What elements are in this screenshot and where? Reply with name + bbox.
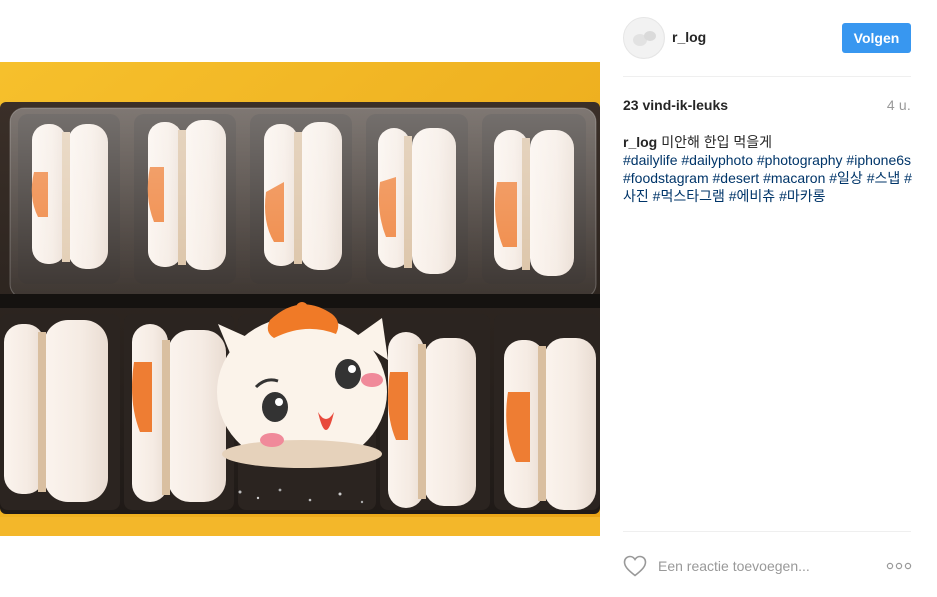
macaron-box-image [0,62,600,536]
post-header: r_log Volgen [623,17,913,61]
follow-button[interactable]: Volgen [842,23,911,53]
post-sidebar: r_log Volgen 23 vind-ik-leuks 4 u. r_log… [600,0,937,597]
username[interactable]: r_log [672,29,706,45]
comment-input[interactable] [658,554,873,578]
avatar[interactable] [623,17,665,59]
post-photo[interactable] [0,62,600,536]
hashtag[interactable]: #스냅 [867,170,901,186]
hashtag[interactable]: #photography [757,152,843,168]
hashtag[interactable]: #dailylife [623,152,677,168]
likes-count[interactable]: 23 vind-ik-leuks [623,97,728,113]
heart-outline-icon[interactable] [623,555,647,577]
hashtag[interactable]: #일상 [829,170,863,186]
post-time[interactable]: 4 u. [887,97,911,113]
hashtag[interactable]: #dailyphoto [681,152,753,168]
hashtag[interactable]: #iphone6s [846,152,911,168]
hashtag[interactable]: #마카롱 [779,188,825,204]
hashtag[interactable]: #먹스타그램 [653,188,725,204]
post-viewer: r_log Volgen 23 vind-ik-leuks 4 u. r_log… [0,0,937,597]
top-row [9,107,597,299]
avatar-image [624,18,664,58]
caption-text: 미안해 한입 먹을게 [661,134,773,150]
hashtag[interactable]: #macaron [763,170,825,186]
hashtag[interactable]: #에비츄 [729,188,775,204]
caption: r_log 미안해 한입 먹을게 #dailylife #dailyphoto #… [623,133,913,205]
more-options-icon[interactable] [885,556,913,576]
caption-username[interactable]: r_log [623,134,657,150]
header-divider [623,76,911,77]
comment-divider [623,531,911,532]
comment-row [623,548,913,584]
hashtag[interactable]: #foodstagram [623,170,709,186]
hashtags: #dailylife #dailyphoto #photography #iph… [623,152,912,204]
hashtag[interactable]: #desert [713,170,760,186]
